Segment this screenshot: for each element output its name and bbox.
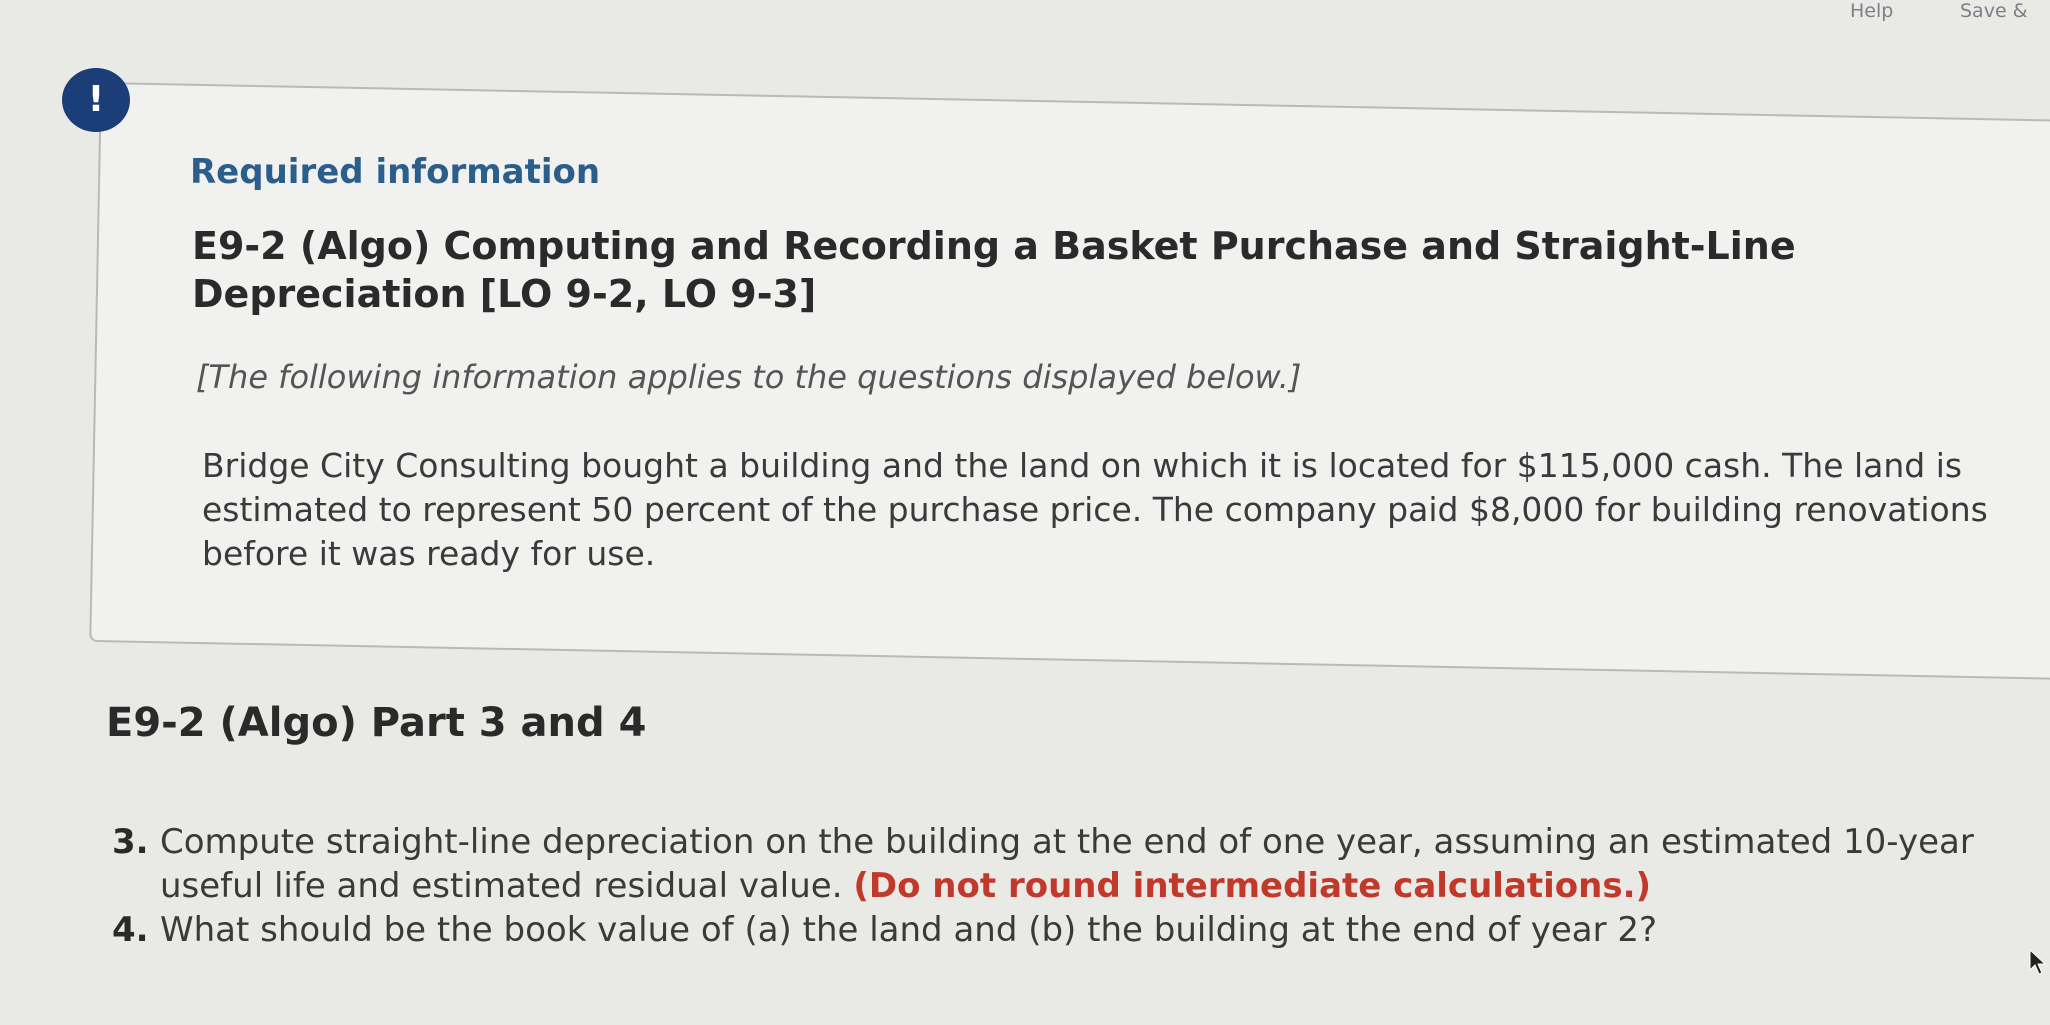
- scenario-text: Bridge City Consulting bought a building…: [202, 446, 1988, 573]
- question-item: 3. Compute straight-line depreciation on…: [112, 820, 2042, 908]
- question-text: Compute straight-line depreciation on th…: [160, 820, 2042, 908]
- question-item: 4. What should be the book value of (a) …: [112, 908, 2042, 952]
- save-button[interactable]: Save &: [1960, 0, 2028, 22]
- question-list: 3. Compute straight-line depreciation on…: [112, 820, 2042, 952]
- applies-note: [The following information applies to th…: [196, 358, 1302, 396]
- mouse-pointer-icon: [2029, 948, 2047, 975]
- question-number: 3.: [112, 822, 149, 862]
- alert-icon: !: [62, 68, 130, 132]
- question-instruction: (Do not round intermediate calculations.…: [853, 866, 1652, 906]
- question-number: 4.: [112, 910, 149, 950]
- part-heading: E9-2 (Algo) Part 3 and 4: [106, 700, 647, 746]
- help-link[interactable]: Help: [1850, 0, 1893, 22]
- question-text: What should be the book value of (a) the…: [160, 910, 1658, 950]
- required-info-title: Required information: [190, 152, 601, 192]
- problem-heading: E9-2 (Algo) Computing and Recording a Ba…: [192, 224, 1796, 316]
